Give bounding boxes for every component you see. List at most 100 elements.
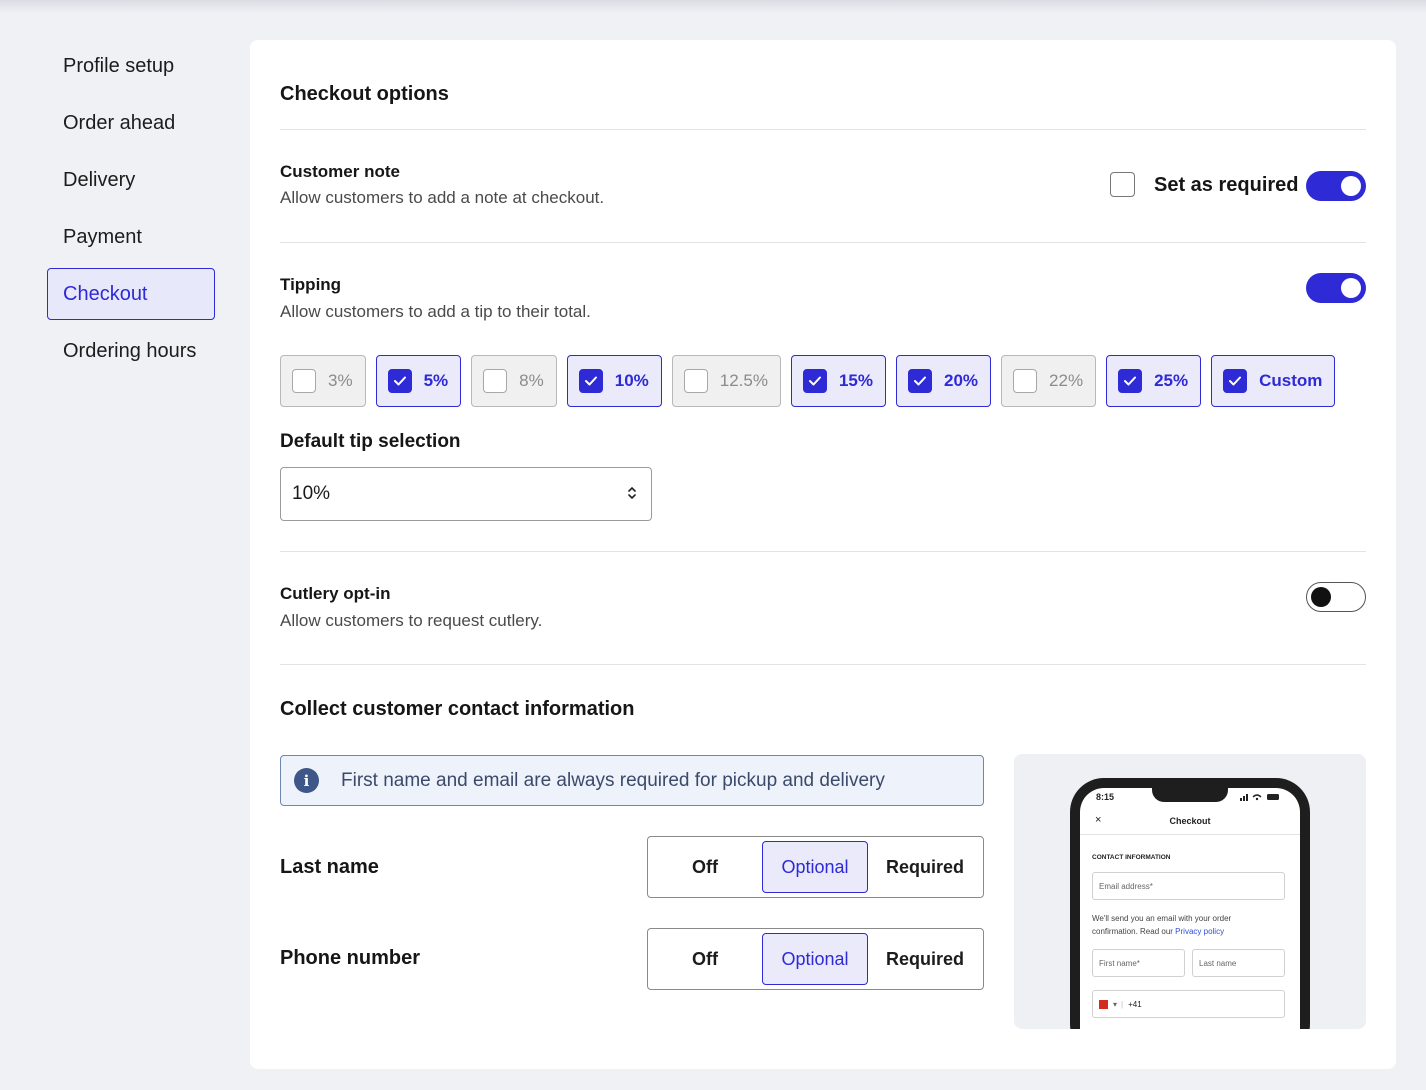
checkbox-empty-icon[interactable] — [683, 369, 708, 393]
phone-number-off-option[interactable]: Off — [652, 933, 758, 985]
checkmark-icon — [1124, 376, 1137, 386]
tip-option[interactable]: 10% — [566, 355, 662, 407]
preview-title: Checkout — [1169, 816, 1211, 826]
toggle-knob — [1341, 278, 1361, 298]
last-name-off-option[interactable]: Off — [652, 841, 758, 893]
checkbox-checked-icon[interactable] — [1223, 369, 1248, 393]
checkmark-icon — [1229, 376, 1242, 386]
info-banner-text: First name and email are always required… — [341, 769, 885, 791]
checkbox-empty-icon[interactable] — [292, 369, 316, 393]
preview-section-title: CONTACT INFORMATION — [1092, 854, 1171, 861]
preview-divider — [1080, 834, 1300, 835]
tip-option-label: 15% — [838, 371, 873, 390]
checkbox-checked-icon[interactable] — [578, 369, 603, 393]
preview-last-name-field: Last name — [1192, 949, 1285, 977]
tip-option[interactable]: 20% — [896, 355, 992, 407]
settings-sidebar: Profile setup Order ahead Delivery Payme… — [47, 40, 215, 382]
toggle-knob — [1311, 586, 1331, 607]
customer-note-toggle[interactable] — [1306, 171, 1366, 201]
phone-notch — [1152, 788, 1228, 802]
preview-privacy-link: Privacy policy — [1175, 927, 1225, 936]
checkbox-checked-icon[interactable] — [802, 369, 827, 393]
sidebar-item-profile-setup[interactable]: Profile setup — [47, 40, 215, 92]
tip-option-label: 10% — [614, 371, 649, 390]
sidebar-item-delivery[interactable]: Delivery — [47, 154, 215, 206]
tip-option[interactable]: 3% — [280, 355, 366, 407]
tip-option-label: 22% — [1049, 371, 1084, 390]
tip-options: 3% 5% 8% 10% 12.5% 15% 20% 22% 25% Custom — [280, 355, 1345, 407]
phone-number-required-option[interactable]: Required — [872, 933, 978, 985]
tipping-toggle[interactable] — [1306, 273, 1366, 303]
checkout-options-card: Checkout options Customer note Allow cus… — [250, 40, 1396, 1069]
separator: | — [1121, 999, 1124, 1009]
default-tip-label: Default tip selection — [280, 431, 461, 452]
tip-option[interactable]: 8% — [471, 355, 557, 407]
checkmark-icon — [584, 376, 597, 386]
phone-mockup: 8:15 × Checkout CONTACT INFORMATION Emai… — [1070, 778, 1310, 1029]
cutlery-description: Allow customers to request cutlery. — [280, 611, 543, 630]
page-title: Checkout options — [280, 83, 449, 105]
swiss-flag-icon — [1099, 999, 1108, 1009]
checkbox-empty-icon[interactable] — [483, 369, 508, 393]
cutlery-toggle[interactable] — [1306, 582, 1366, 612]
top-shadow — [0, 0, 1426, 14]
preview-first-name-field: First name* — [1092, 949, 1185, 977]
tipping-title: Tipping — [280, 275, 342, 294]
phone-time: 8:15 — [1096, 792, 1115, 802]
status-icons — [1240, 794, 1279, 801]
phone-number-label: Phone number — [280, 947, 421, 969]
toggle-knob — [1341, 176, 1361, 196]
phone-number-optional-option[interactable]: Optional — [762, 933, 868, 985]
default-tip-value: 10% — [292, 483, 331, 504]
default-tip-select[interactable]: 10% — [280, 467, 652, 521]
sidebar-item-payment[interactable]: Payment — [47, 211, 215, 263]
preview-email-placeholder: Email address* — [1099, 881, 1153, 891]
divider — [280, 664, 1366, 665]
divider — [280, 129, 1366, 130]
preview-phone-field: ▾ | +41 — [1092, 990, 1285, 1018]
checkbox-empty-icon[interactable] — [1013, 369, 1038, 393]
tip-option-label: 12.5% — [719, 371, 768, 390]
divider — [280, 242, 1366, 243]
contact-info-title: Collect customer contact information — [280, 698, 635, 720]
tip-option-label: 25% — [1154, 371, 1189, 390]
checkbox-checked-icon[interactable] — [1118, 369, 1143, 393]
customer-note-description: Allow customers to add a note at checkou… — [280, 188, 605, 207]
last-name-label: Last name — [280, 856, 379, 878]
last-name-required-option[interactable]: Required — [872, 841, 978, 893]
checkbox-checked-icon[interactable] — [908, 369, 932, 393]
checkmark-icon — [808, 376, 821, 386]
customer-note-title: Customer note — [280, 162, 400, 181]
preview-email-field: Email address* — [1092, 872, 1285, 900]
info-icon: i — [294, 768, 319, 793]
preview-phone-code: +41 — [1128, 999, 1142, 1009]
last-name-optional-option[interactable]: Optional — [762, 841, 868, 893]
sidebar-item-ordering-hours[interactable]: Ordering hours — [47, 325, 215, 377]
tip-option[interactable]: 15% — [790, 355, 886, 407]
preview-last-name-placeholder: Last name — [1199, 958, 1237, 968]
phone-number-segmented-control: Off Optional Required — [647, 928, 984, 990]
sidebar-item-order-ahead[interactable]: Order ahead — [47, 97, 215, 149]
preview-first-name-placeholder: First name* — [1099, 958, 1140, 968]
divider — [280, 551, 1366, 552]
tipping-description: Allow customers to add a tip to their to… — [280, 302, 591, 321]
checkbox-checked-icon[interactable] — [387, 369, 412, 393]
set-as-required-label[interactable]: Set as required — [1154, 174, 1299, 197]
tip-option[interactable]: 5% — [375, 355, 462, 407]
tip-option[interactable]: 25% — [1106, 355, 1202, 407]
info-banner: i First name and email are always requir… — [280, 755, 984, 806]
tip-option-label: 3% — [328, 371, 353, 390]
checkmark-icon — [393, 376, 406, 386]
tip-option[interactable]: 12.5% — [671, 355, 781, 407]
tip-option-label: 20% — [944, 371, 979, 390]
tip-option-label: Custom — [1259, 371, 1323, 390]
tip-option[interactable]: Custom — [1211, 355, 1336, 407]
sidebar-item-checkout[interactable]: Checkout — [47, 268, 215, 320]
preview-note: We'll send you an email with your order … — [1092, 912, 1267, 938]
cutlery-title: Cutlery opt-in — [280, 584, 391, 603]
tip-option[interactable]: 22% — [1001, 355, 1097, 407]
tip-option-label: 5% — [423, 371, 449, 390]
set-as-required-checkbox[interactable] — [1110, 172, 1135, 197]
checkmark-icon — [914, 376, 926, 386]
last-name-segmented-control: Off Optional Required — [647, 836, 984, 898]
